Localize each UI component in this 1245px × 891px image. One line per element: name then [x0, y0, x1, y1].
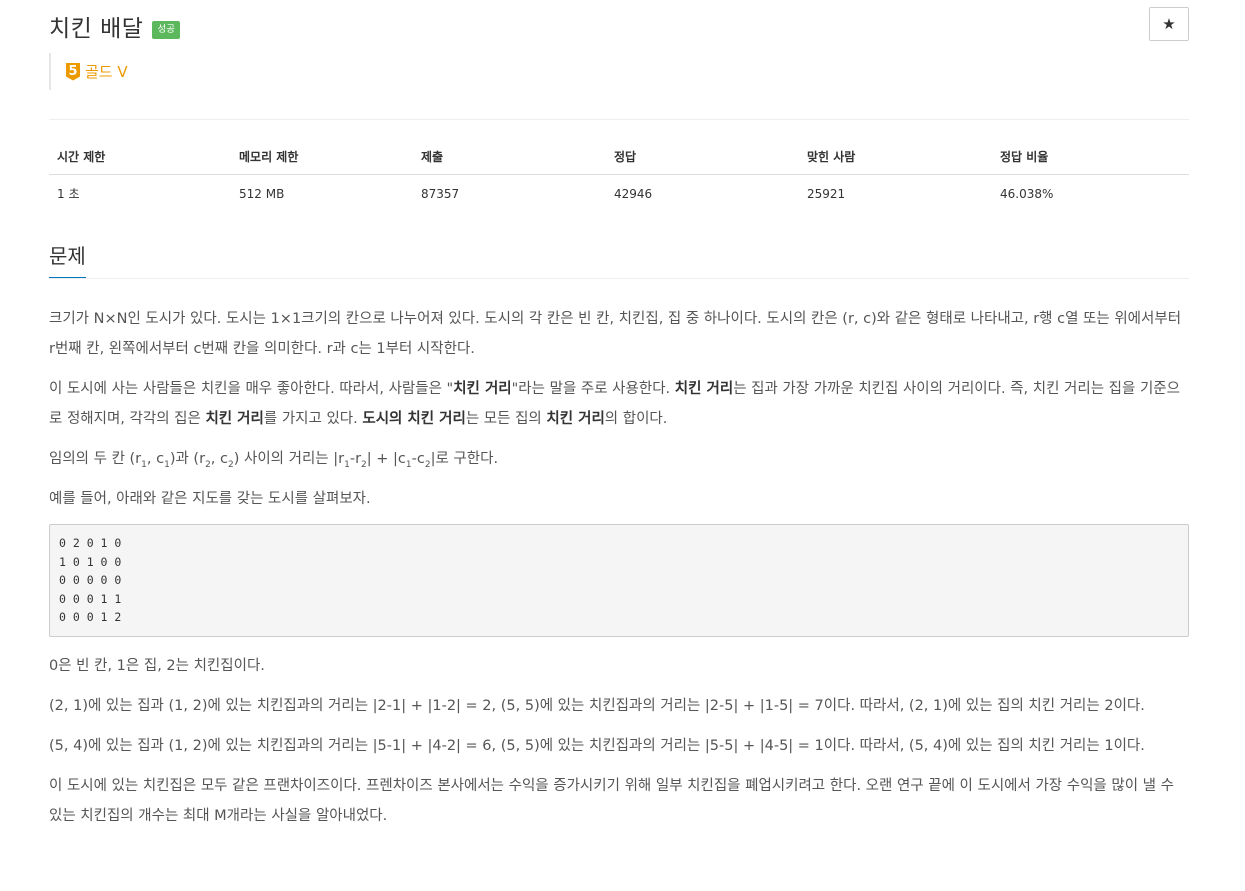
bold-term: 치킨 거리	[453, 381, 512, 397]
tier-icon: 5	[66, 62, 80, 81]
stats-row: 1 초 512 MB 87357 42946 25921 46.038%	[49, 175, 1189, 212]
description-paragraph: 0은 빈 칸, 1은 집, 2는 치킨집이다.	[49, 658, 265, 674]
problem-description: 크기가 N×N인 도시가 있다. 도시는 1×1크기의 칸으로 나누어져 있다.…	[49, 304, 1189, 841]
bold-term: 치킨 거리	[546, 411, 605, 427]
description-paragraph: 크기가 N×N인 도시가 있다. 도시는 1×1크기의 칸으로 나누어져 있다.…	[49, 311, 1182, 357]
star-button[interactable]: ★	[1149, 7, 1189, 41]
bold-term: 치킨 거리	[205, 411, 264, 427]
stats-header: 정답	[606, 140, 799, 175]
stats-cell: 512 MB	[239, 186, 285, 201]
description-paragraph: 이 도시에 사는 사람들은 치킨을 매우 좋아한다. 따라서, 사람들은 "치킨…	[49, 381, 1180, 427]
stats-header-row: 시간 제한 메모리 제한 제출 정답 맞힌 사람 정답 비율	[49, 140, 1189, 175]
problem-stats-table: 시간 제한 메모리 제한 제출 정답 맞힌 사람 정답 비율 1 초 512 M…	[49, 140, 1189, 211]
stats-cell: 1 초	[57, 187, 80, 201]
stats-header: 맞힌 사람	[799, 140, 992, 175]
description-paragraph: 이 도시에 있는 치킨집은 모두 같은 프랜차이즈이다. 프렌차이즈 본사에서는…	[49, 778, 1174, 824]
section-divider	[49, 278, 1189, 279]
status-badge: 성공	[152, 21, 180, 39]
description-paragraph: 임의의 두 칸 (r1, c1)과 (r2, c2) 사이의 거리는 |r1-r…	[49, 451, 499, 470]
stats-header: 제출	[413, 140, 606, 175]
stats-header: 정답 비율	[992, 140, 1189, 175]
problem-title: 치킨 배달	[49, 16, 144, 42]
divider	[49, 119, 1189, 120]
section-title-problem: 문제	[49, 240, 86, 279]
bold-term: 치킨 거리	[674, 381, 734, 397]
description-paragraph: (2, 1)에 있는 집과 (1, 2)에 있는 치킨집과의 거리는 |2-1|…	[49, 698, 1145, 714]
bold-term: 도시의 치킨 거리	[362, 411, 466, 427]
stats-header: 메모리 제한	[231, 140, 413, 175]
description-paragraph: (5, 4)에 있는 집과 (1, 2)에 있는 치킨집과의 거리는 |5-1|…	[49, 738, 1145, 754]
tier-label[interactable]: 골드 V	[85, 61, 128, 82]
title-row: 치킨 배달 성공	[49, 6, 180, 46]
stats-header: 시간 제한	[49, 140, 231, 175]
stats-cell: 25921	[807, 186, 846, 201]
description-paragraph: 예를 들어, 아래와 같은 지도를 갖는 도시를 살펴보자.	[49, 491, 371, 507]
tier-info: 5 골드 V	[49, 53, 128, 90]
stats-cell: 42946	[614, 186, 653, 201]
stats-cell: 87357	[421, 186, 460, 201]
star-icon: ★	[1162, 15, 1176, 33]
example-map: 0 2 0 1 0 1 0 1 0 0 0 0 0 0 0 0 0 0 1 1 …	[49, 524, 1189, 637]
stats-cell: 46.038%	[1000, 186, 1054, 201]
